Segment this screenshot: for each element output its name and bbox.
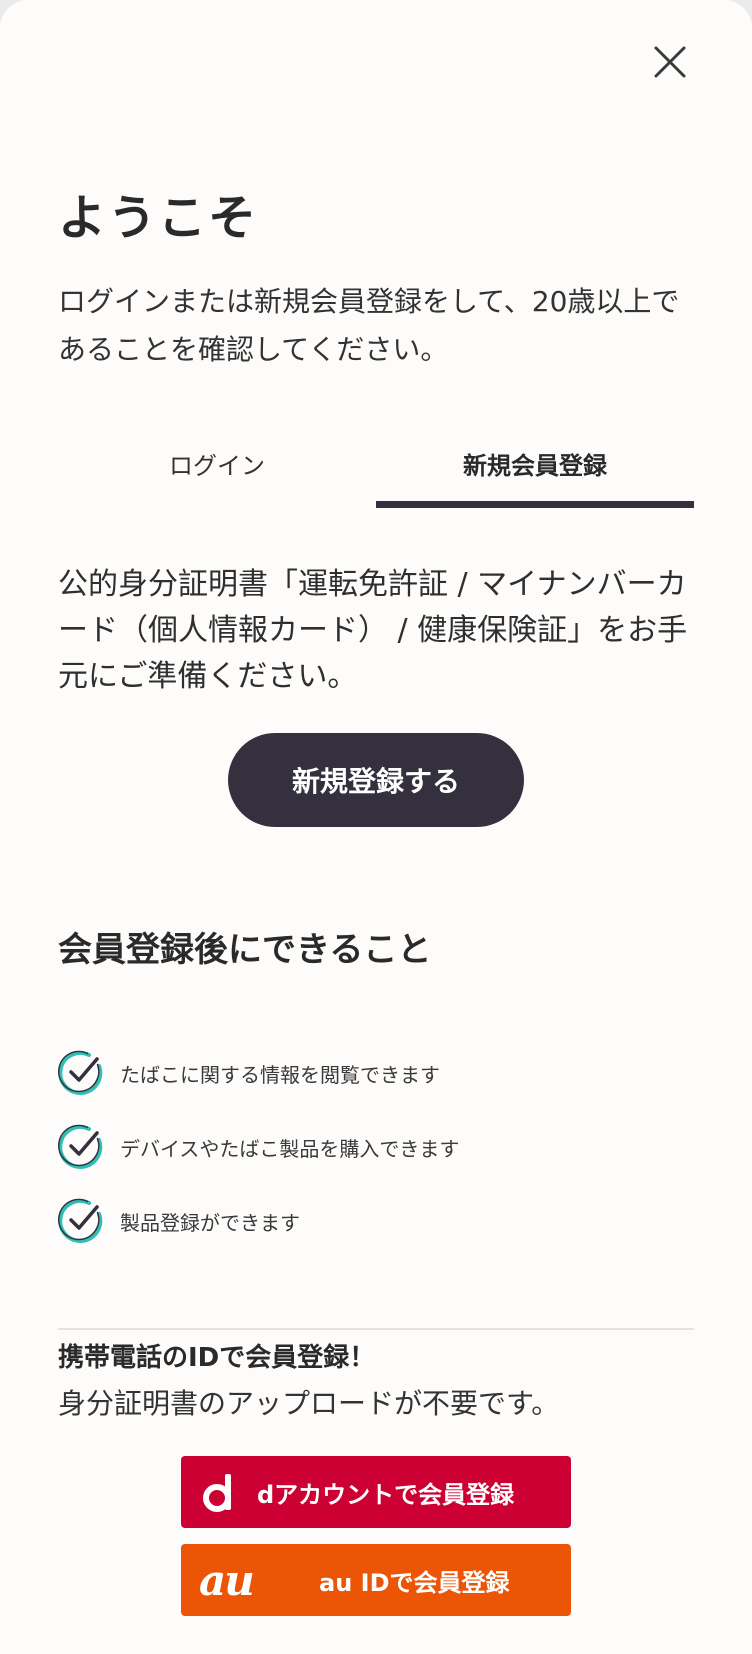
au-logo: au	[199, 1555, 255, 1605]
benefits-title: 会員登録後にできること	[58, 930, 432, 970]
register-button[interactable]: 新規登録する	[228, 733, 524, 827]
benefit-text: たばこに関する情報を閲覧できます	[120, 1062, 440, 1087]
benefit-item: 製品登録ができます	[56, 1184, 696, 1258]
check-circle-icon	[58, 1124, 103, 1169]
au-button-label: au IDで会員登録	[319, 1568, 510, 1597]
benefit-item: デバイスやたばこ製品を購入できます	[56, 1110, 696, 1184]
docomo-register-button[interactable]: dアカウントで会員登録	[181, 1456, 571, 1528]
tab-login[interactable]: ログイン	[58, 432, 376, 508]
id-documents-note: 公的身分証明書「運転免許証 / マイナンバーカード（個人情報カード） / 健康保…	[58, 567, 688, 694]
close-button[interactable]	[646, 38, 694, 86]
check-circle-icon	[58, 1050, 103, 1095]
benefit-item: たばこに関する情報を閲覧できます	[56, 1036, 696, 1110]
intro-text: ログインまたは新規会員登録をして、20歳以上であることを確認してください。	[58, 285, 680, 366]
check-circle-icon	[58, 1198, 103, 1243]
modal-title: ようこそ	[58, 190, 259, 246]
welcome-modal: ようこそ ログインまたは新規会員登録をして、20歳以上であることを確認してくださ…	[0, 0, 752, 1654]
auth-tabs: ログイン 新規会員登録	[58, 432, 694, 508]
mobile-id-description: 身分証明書のアップロードが不要です。	[58, 1387, 560, 1420]
close-icon	[654, 46, 686, 78]
mobile-id-title: 携帯電話のIDで会員登録！	[58, 1343, 376, 1373]
benefit-text: 製品登録ができます	[120, 1210, 300, 1235]
tab-register[interactable]: 新規会員登録	[376, 432, 694, 508]
benefit-text: デバイスやたばこ製品を購入できます	[120, 1136, 460, 1161]
section-divider	[58, 1328, 694, 1330]
docomo-button-label: dアカウントで会員登録	[257, 1480, 515, 1509]
au-register-button[interactable]: au au IDで会員登録	[181, 1544, 571, 1616]
docomo-d-logo	[199, 1470, 243, 1514]
benefits-list: たばこに関する情報を閲覧できます デバイスやたばこ製品を購入できます 製品登録が…	[56, 1036, 696, 1258]
